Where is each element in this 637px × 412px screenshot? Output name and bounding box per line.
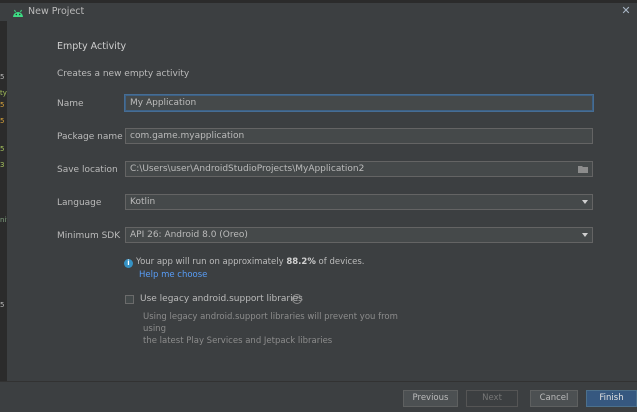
device-coverage-info: i Your app will run on approximately 88.2…: [124, 257, 365, 268]
cancel-button[interactable]: Cancel: [530, 390, 578, 407]
save-location-value: C:\Users\user\AndroidStudioProjects\MyAp…: [130, 164, 365, 174]
info-suffix: of devices.: [315, 257, 365, 267]
dialog-titlebar: New Project ✕: [0, 3, 637, 21]
min-sdk-select[interactable]: API 26: Android 8.0 (Oreo): [125, 227, 593, 243]
language-select[interactable]: Kotlin: [125, 194, 593, 210]
ide-left-edge: 5 ty 5 5 5 3 nit 5: [0, 21, 9, 381]
help-me-choose-link[interactable]: Help me choose: [139, 270, 207, 280]
name-field[interactable]: [125, 95, 593, 111]
legacy-support-description: Using legacy android.support libraries w…: [143, 311, 423, 347]
legacy-support-checkbox[interactable]: [125, 295, 134, 304]
chevron-down-icon: [582, 233, 588, 237]
save-location-label: Save location: [57, 165, 118, 175]
edge-text: 5: [0, 73, 5, 81]
edge-text: 5: [0, 101, 5, 109]
dialog-content: Empty Activity Creates a new empty activ…: [7, 21, 637, 381]
edge-text: 3: [0, 161, 5, 169]
dialog-footer: Previous Next Cancel Finish: [0, 381, 637, 412]
close-icon[interactable]: ✕: [619, 4, 633, 18]
finish-button[interactable]: Finish: [586, 390, 637, 407]
name-label: Name: [57, 99, 84, 109]
page-title: Empty Activity: [57, 41, 127, 52]
save-location-field[interactable]: C:\Users\user\AndroidStudioProjects\MyAp…: [125, 161, 593, 177]
language-label: Language: [57, 198, 102, 208]
folder-icon[interactable]: [578, 165, 588, 173]
previous-button[interactable]: Previous: [403, 390, 458, 407]
package-label: Package name: [57, 132, 123, 142]
page-description: Creates a new empty activity: [57, 69, 190, 79]
android-icon: [13, 9, 23, 17]
info-prefix: Your app will run on approximately: [136, 257, 287, 267]
language-value: Kotlin: [130, 197, 156, 207]
edge-text: 5: [0, 117, 5, 125]
info-icon: i: [124, 259, 133, 268]
edge-text: 5: [0, 145, 5, 153]
legacy-desc-line1: Using legacy android.support libraries w…: [143, 312, 398, 334]
edge-text: 5: [0, 301, 5, 309]
package-name-field[interactable]: [125, 128, 593, 144]
edge-text: ty: [0, 89, 7, 97]
dialog-title: New Project: [28, 6, 85, 17]
min-sdk-label: Minimum SDK: [57, 231, 121, 241]
legacy-desc-line2: the latest Play Services and Jetpack lib…: [143, 336, 333, 346]
min-sdk-value: API 26: Android 8.0 (Oreo): [130, 230, 248, 240]
legacy-support-label[interactable]: Use legacy android.support libraries: [140, 294, 303, 304]
chevron-down-icon: [582, 200, 588, 204]
next-button[interactable]: Next: [466, 390, 518, 407]
help-icon[interactable]: ?: [292, 294, 302, 304]
coverage-percent: 88.2%: [286, 257, 316, 267]
